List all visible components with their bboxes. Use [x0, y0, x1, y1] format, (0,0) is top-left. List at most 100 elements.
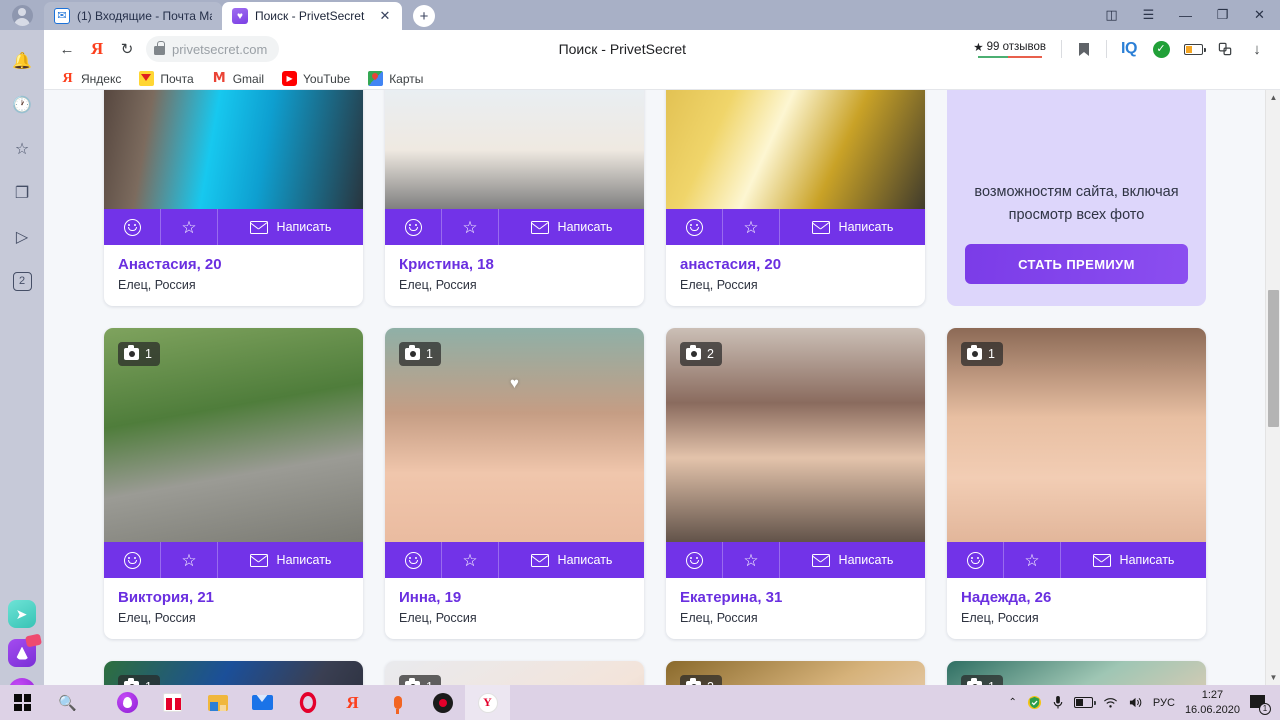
- start-button[interactable]: [0, 685, 45, 720]
- profile-name[interactable]: анастасия, 20: [680, 256, 911, 273]
- profile-photo[interactable]: 1 ♥ ☆ Написать: [385, 328, 644, 578]
- favorite-button[interactable]: ☆: [723, 209, 780, 245]
- wink-button[interactable]: [385, 209, 442, 245]
- language-indicator[interactable]: РУС: [1153, 697, 1175, 709]
- profile-photo[interactable]: 1: [947, 661, 1206, 685]
- volume-icon[interactable]: [1128, 696, 1143, 709]
- wink-button[interactable]: [947, 542, 1004, 578]
- bookmark-karty[interactable]: Карты: [360, 69, 431, 89]
- new-tab-button[interactable]: +: [409, 2, 439, 30]
- scrollbar-thumb[interactable]: [1268, 290, 1279, 427]
- bookmark-yandex[interactable]: Я Яндекс: [52, 69, 129, 89]
- search-button[interactable]: 🔍: [45, 685, 90, 720]
- become-premium-button[interactable]: СТАТЬ ПРЕМИУМ: [965, 244, 1188, 284]
- messenger-icon[interactable]: [8, 633, 42, 667]
- wink-button[interactable]: [666, 209, 723, 245]
- iq-extension-icon[interactable]: IQ: [1114, 34, 1144, 64]
- player-icon[interactable]: ▷: [5, 220, 39, 254]
- profile-card[interactable]: 1 ☆ Написать Виктория, 21 Елец, Россия: [104, 328, 363, 639]
- scroll-down-icon[interactable]: ▼: [1266, 670, 1280, 685]
- profile-name[interactable]: Инна, 19: [399, 589, 630, 606]
- profile-name[interactable]: Екатерина, 31: [680, 589, 911, 606]
- taskbar-gift[interactable]: [150, 685, 195, 720]
- profile-card[interactable]: ☆ Написать Кристина, 18 Елец, Россия: [385, 90, 644, 306]
- bookmark-gmail[interactable]: M Gmail: [204, 69, 272, 89]
- profile-photo[interactable]: ☆ Написать: [666, 90, 925, 245]
- maximize-icon[interactable]: ❐: [1204, 0, 1241, 30]
- profile-avatar-button[interactable]: [0, 0, 44, 30]
- profile-photo[interactable]: 1: [104, 661, 363, 685]
- profile-photo[interactable]: 1 ☆ Написать: [104, 328, 363, 578]
- profile-photo[interactable]: 2 ☆ Написать: [666, 328, 925, 578]
- wifi-icon[interactable]: [1103, 696, 1118, 709]
- profile-card[interactable]: 1: [947, 661, 1206, 685]
- profile-card[interactable]: 2 ☆ Написать Екатерина, 31 Елец, Россия: [666, 328, 925, 639]
- extensions-icon[interactable]: [1210, 34, 1240, 64]
- battery-saver-icon[interactable]: [1178, 34, 1208, 64]
- taskbar-explorer[interactable]: [195, 685, 240, 720]
- profile-name[interactable]: Виктория, 21: [118, 589, 349, 606]
- history-icon[interactable]: 🕐: [5, 88, 39, 122]
- microphone-tray-icon[interactable]: [1052, 695, 1064, 710]
- message-button[interactable]: Написать: [780, 209, 925, 245]
- wink-button[interactable]: [666, 542, 723, 578]
- profile-card[interactable]: 1 ♥ ☆ Написать Инна, 19 Елец, Россия: [385, 328, 644, 639]
- reload-button[interactable]: ↻: [112, 34, 142, 64]
- profile-card[interactable]: 2: [666, 661, 925, 685]
- taskbar-yandex[interactable]: Я: [330, 685, 375, 720]
- profile-card[interactable]: 1: [104, 661, 363, 685]
- bookmarks-star-icon[interactable]: ☆: [5, 132, 39, 166]
- message-button[interactable]: Написать: [499, 542, 644, 578]
- security-check-icon[interactable]: ✓: [1146, 34, 1176, 64]
- close-tab-icon[interactable]: ✕: [378, 9, 392, 24]
- profile-photo[interactable]: 1 ☆ Написать: [947, 328, 1206, 578]
- taskbar-yandex-browser[interactable]: Y: [465, 685, 510, 720]
- profile-card[interactable]: ☆ Написать Анастасия, 20 Елец, Россия: [104, 90, 363, 306]
- bookmark-icon[interactable]: [1069, 34, 1099, 64]
- workspaces-icon[interactable]: 2: [5, 264, 39, 298]
- profile-photo[interactable]: 1: [385, 661, 644, 685]
- profile-card[interactable]: ☆ Написать анастасия, 20 Елец, Россия: [666, 90, 925, 306]
- menu-icon[interactable]: ☰: [1130, 0, 1167, 30]
- wink-button[interactable]: [104, 209, 161, 245]
- favorite-button[interactable]: ☆: [161, 209, 218, 245]
- profile-card[interactable]: 1: [385, 661, 644, 685]
- message-button[interactable]: Написать: [780, 542, 925, 578]
- sidebar-toggle-icon[interactable]: ◫: [1093, 0, 1130, 30]
- browser-tab-mail[interactable]: ✉ (1) Входящие - Почта Mail: [44, 2, 222, 30]
- profile-photo[interactable]: ☆ Написать: [104, 90, 363, 245]
- profile-card[interactable]: 1 ☆ Написать Надежда, 26 Елец, Россия: [947, 328, 1206, 639]
- bookmark-pochta[interactable]: Почта: [131, 69, 201, 89]
- page-scrollbar[interactable]: ▲ ▼: [1265, 90, 1280, 685]
- profile-name[interactable]: Анастасия, 20: [118, 256, 349, 273]
- site-rating-badge[interactable]: ★ 99 отзывов: [965, 40, 1054, 59]
- wink-button[interactable]: [385, 542, 442, 578]
- scroll-up-icon[interactable]: ▲: [1266, 90, 1280, 105]
- back-button[interactable]: ←: [52, 34, 82, 64]
- taskbar-recorder[interactable]: [420, 685, 465, 720]
- message-button[interactable]: Написать: [218, 542, 363, 578]
- notifications-icon[interactable]: 🔔: [5, 44, 39, 78]
- shield-update-icon[interactable]: [1027, 695, 1042, 710]
- profile-name[interactable]: Надежда, 26: [961, 589, 1192, 606]
- yandex-button[interactable]: Я: [82, 34, 112, 64]
- favorite-button[interactable]: ☆: [161, 542, 218, 578]
- taskbar-mail[interactable]: [240, 685, 285, 720]
- taskbar-opera-classic[interactable]: [285, 685, 330, 720]
- action-center-icon[interactable]: 1: [1250, 693, 1271, 715]
- message-button[interactable]: Написать: [218, 209, 363, 245]
- battery-tray-icon[interactable]: [1073, 697, 1096, 708]
- minimize-icon[interactable]: —: [1167, 0, 1204, 30]
- tabs-icon[interactable]: ❐: [5, 176, 39, 210]
- message-button[interactable]: Написать: [1061, 542, 1206, 578]
- bookmark-youtube[interactable]: ▶ YouTube: [274, 69, 358, 89]
- address-bar[interactable]: privetsecret.com: [146, 36, 280, 62]
- profile-photo[interactable]: 2: [666, 661, 925, 685]
- taskbar-opera[interactable]: [105, 685, 150, 720]
- browser-tab-privetsecret[interactable]: ♥ Поиск - PrivetSecret ✕: [222, 2, 402, 30]
- profile-name[interactable]: Кристина, 18: [399, 256, 630, 273]
- profile-photo[interactable]: ☆ Написать: [385, 90, 644, 245]
- downloads-icon[interactable]: ↓: [1242, 34, 1272, 64]
- clock[interactable]: 1:27 16.06.2020: [1185, 688, 1240, 717]
- favorite-button[interactable]: ☆: [723, 542, 780, 578]
